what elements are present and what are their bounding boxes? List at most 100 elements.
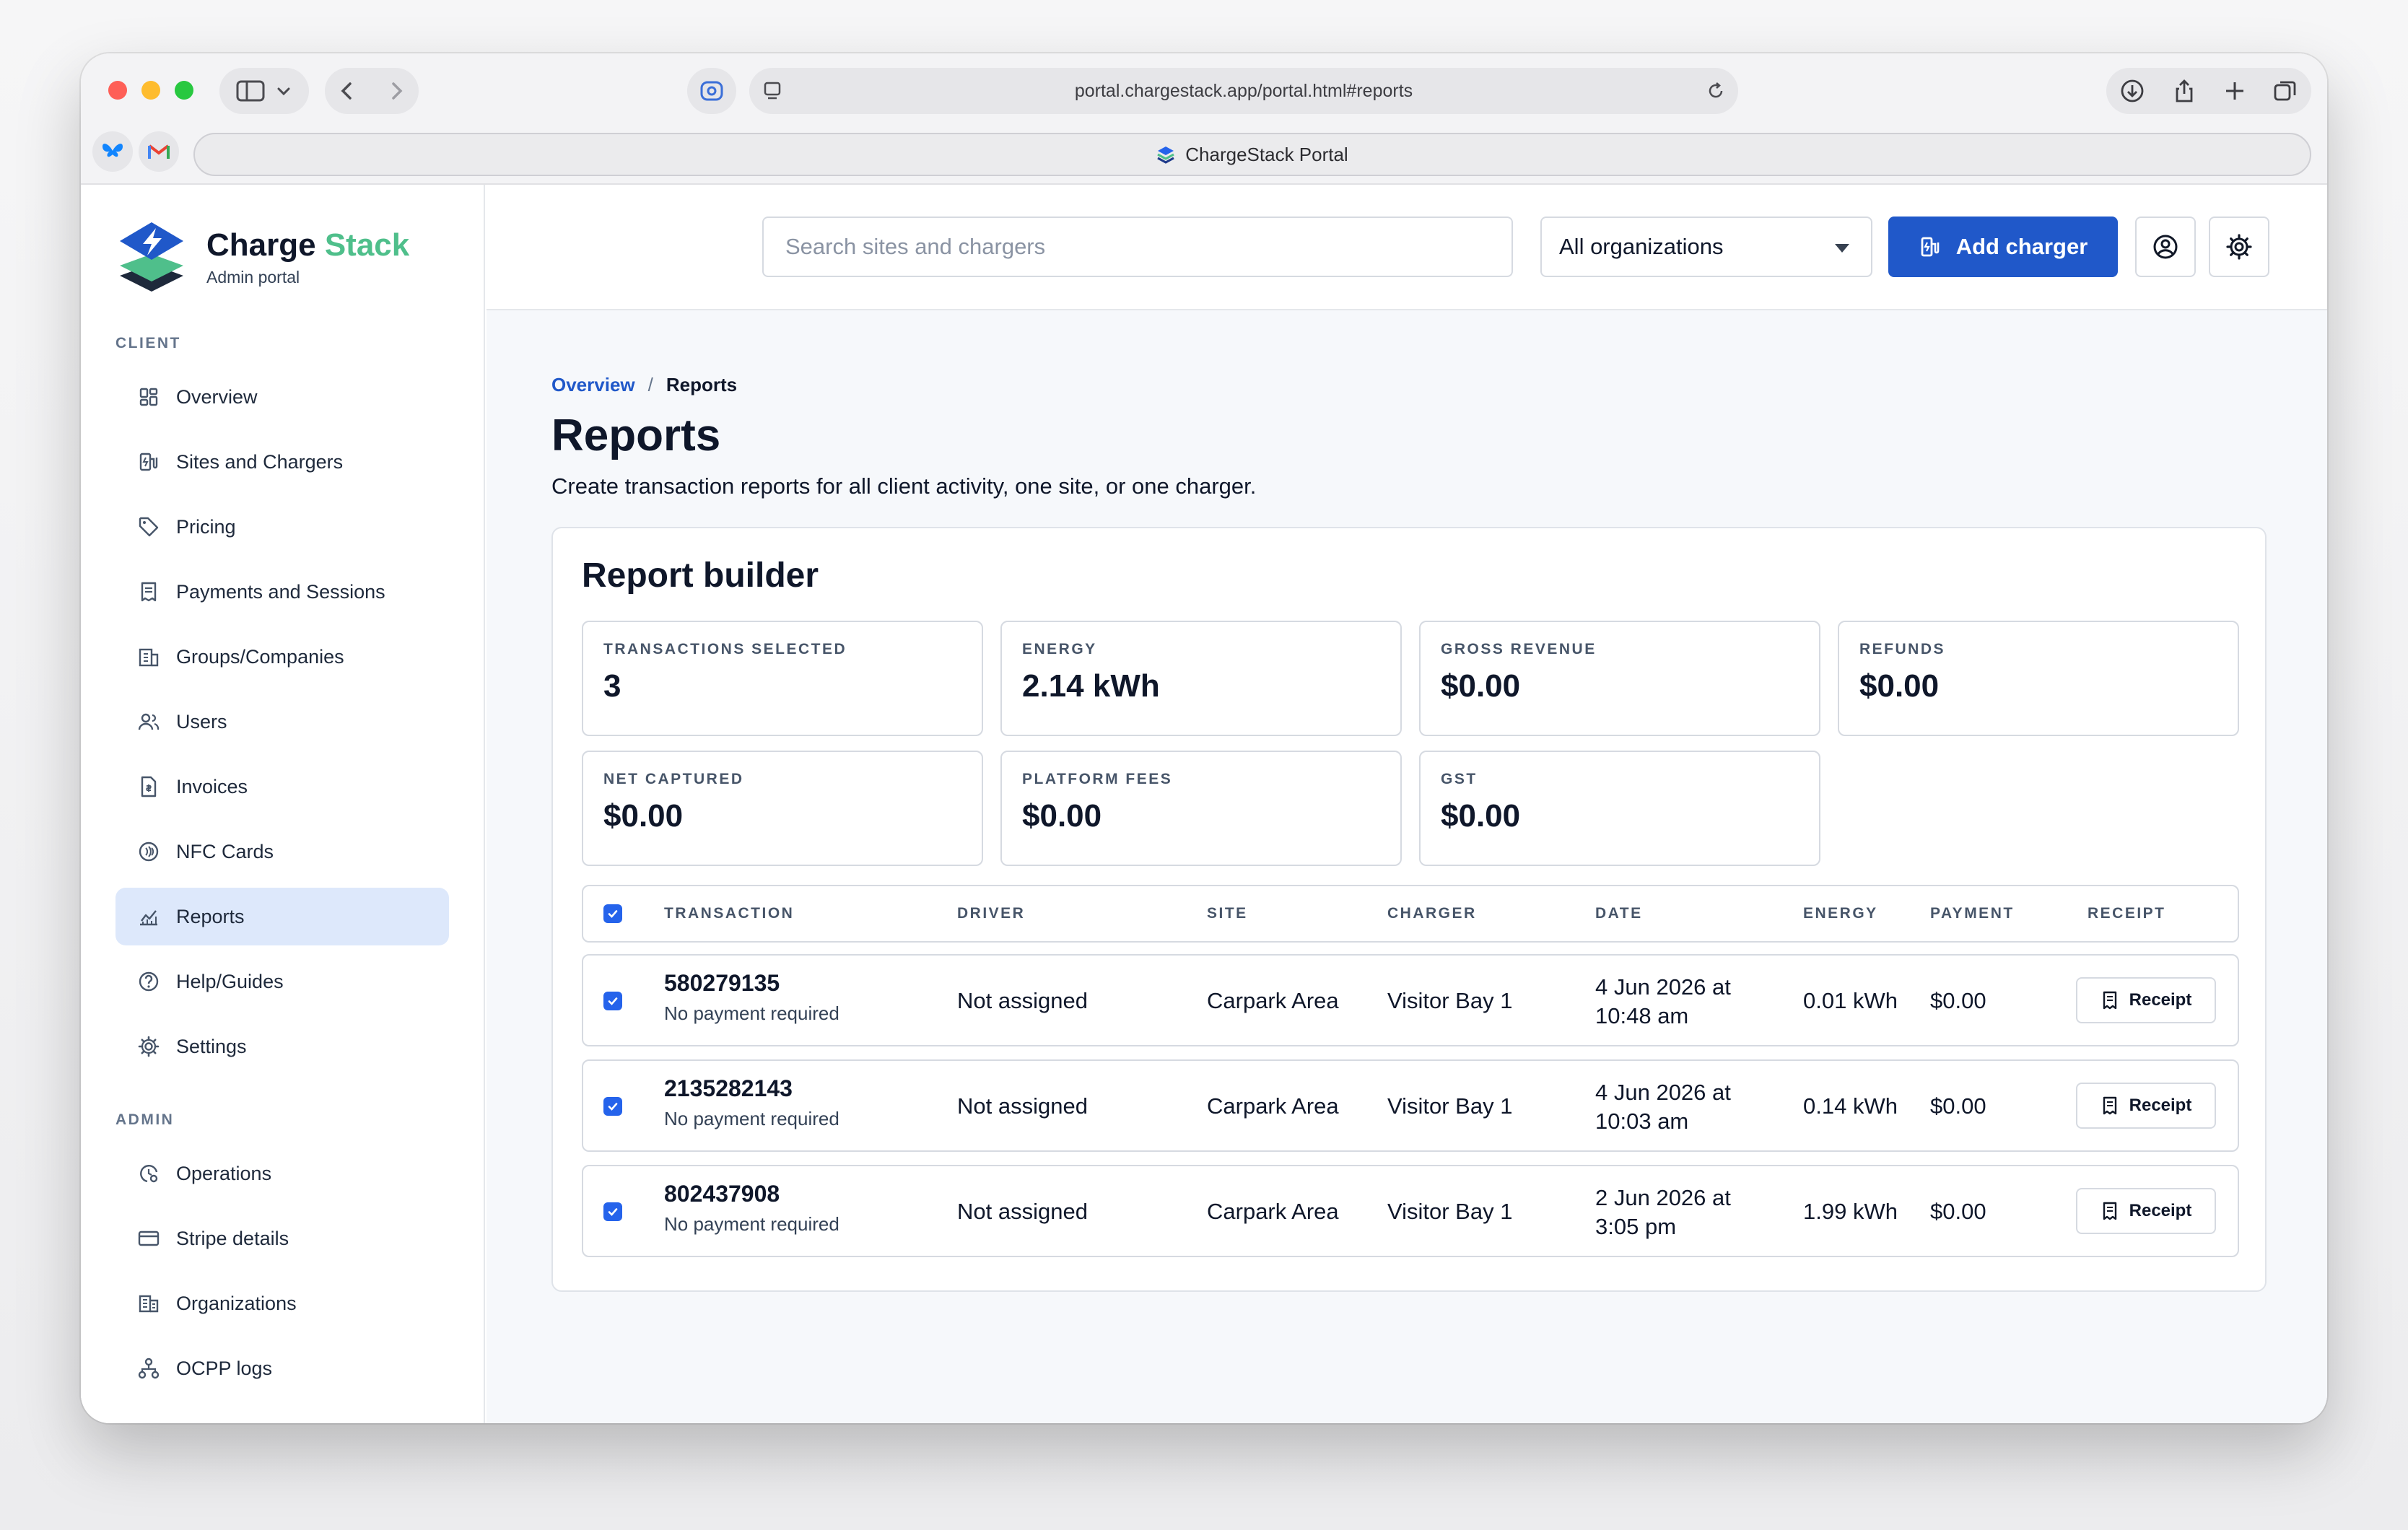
sidebar-toggle-button[interactable] [219,68,309,114]
page-subtitle: Create transaction reports for all clien… [551,473,1257,499]
extension-icon [700,81,723,101]
organization-select[interactable]: All organizations [1540,217,1872,277]
row-checkbox[interactable] [603,992,622,1010]
bookmark-gmail[interactable] [139,131,179,172]
minimize-window-button[interactable] [141,81,160,100]
stat-label: GROSS REVENUE [1441,641,1597,657]
search-input[interactable] [762,217,1513,277]
tab-overview-icon[interactable] [2272,78,2298,104]
table-row[interactable]: 802437908 No payment required Not assign… [582,1165,2239,1257]
sidebar-item-groups-companies[interactable]: Groups/Companies [115,628,449,686]
sidebar-item-label: Operations [176,1162,272,1184]
transaction-id[interactable]: 2135282143 [664,1075,839,1102]
payment-cell: $0.00 [1930,1199,1986,1224]
add-charger-button[interactable]: Add charger [1888,217,2118,277]
transaction-note: No payment required [664,1108,839,1129]
sidebar-item-help-guides[interactable]: Help/Guides [115,953,449,1010]
receipt-button[interactable]: Receipt [2076,1188,2216,1234]
sidebar-item-overview[interactable]: Overview [115,368,449,426]
sidebar-item-organizations[interactable]: Organizations [115,1275,449,1332]
account-button[interactable] [2135,217,2196,277]
forward-arrow-icon[interactable] [385,80,407,102]
bookmark-bluesky[interactable] [92,131,133,172]
close-window-button[interactable] [108,81,127,100]
sidebar-item-label: Organizations [176,1292,297,1314]
stat-label: GST [1441,771,1478,787]
sidebar-item-ocpp-logs[interactable]: OCPP logs [115,1339,449,1397]
sidebar-item-users[interactable]: Users [115,693,449,751]
receipt-icon [2103,991,2116,1010]
back-arrow-icon[interactable] [336,80,358,102]
chevron-down-icon [277,87,290,96]
zoom-window-button[interactable] [175,81,193,100]
history-nav [325,68,419,114]
sidebar-item-label: Invoices [176,775,248,797]
sidebar-item-pricing[interactable]: Pricing [115,498,449,556]
report-builder-card: Report builder TRANSACTIONS SELECTED 3 E… [551,527,2267,1292]
receipt-icon [2103,1096,2116,1115]
transaction-id[interactable]: 802437908 [664,1181,839,1207]
sidebar-item-settings[interactable]: Settings [115,1018,449,1075]
users-icon [138,713,160,730]
credit-card-icon [138,1230,160,1246]
date-cell: 2 Jun 2026 at 3:05 pm [1595,1185,1731,1239]
charger-cell: Visitor Bay 1 [1387,988,1513,1013]
column-header-energy[interactable]: ENERGY [1803,886,1878,941]
tag-icon [139,517,159,537]
receipt-button[interactable]: Receipt [2076,1083,2216,1129]
brand-name: Charge Stack [206,227,410,263]
driver-cell: Not assigned [957,1093,1088,1119]
column-header-driver[interactable]: DRIVER [957,886,1025,941]
sidebar-item-payments-and-sessions[interactable]: Payments and Sessions [115,563,449,621]
layered-bolt-logo-icon [120,222,183,292]
transaction-id[interactable]: 580279135 [664,970,839,997]
column-header-site[interactable]: SITE [1207,886,1248,941]
select-all-checkbox[interactable] [603,904,622,923]
column-header-charger[interactable]: CHARGER [1387,886,1477,941]
brand[interactable]: Charge Stack Admin portal [117,219,409,294]
transaction-note: No payment required [664,1213,839,1235]
download-icon[interactable] [2119,78,2145,104]
receipt-icon [141,582,157,602]
receipt-label: Receipt [2129,990,2192,1010]
table-row[interactable]: 580279135 No payment required Not assign… [582,954,2239,1046]
active-tab[interactable]: ChargeStack Portal [193,133,2311,176]
transaction-cell: 580279135 No payment required [664,970,839,1025]
driver-cell: Not assigned [957,1199,1088,1224]
main-content: All organizations Add charger Overview /… [487,185,2327,1423]
column-header-payment[interactable]: PAYMENT [1930,886,2015,941]
new-tab-plus-icon[interactable] [2223,79,2246,102]
column-header-date[interactable]: DATE [1595,886,1643,941]
breadcrumb-overview-link[interactable]: Overview [551,374,635,396]
sidebar-item-nfc-cards[interactable]: NFC Cards [115,823,449,880]
sidebar-item-invoices[interactable]: Invoices [115,758,449,816]
organization-select-value: All organizations [1559,234,1724,259]
sidebar-item-operations[interactable]: Operations [115,1145,449,1202]
sidebar-item-label: Payments and Sessions [176,580,385,603]
address-bar[interactable]: portal.chargestack.app/portal.html#repor… [749,68,1738,114]
site-cell: Carpark Area [1207,1199,1339,1224]
reload-icon[interactable] [1705,80,1727,102]
privacy-extension-button[interactable] [687,68,736,114]
report-builder-title: Report builder [582,556,819,595]
stat-value: $0.00 [1441,668,1521,704]
receipt-button[interactable]: Receipt [2076,977,2216,1023]
stat-label: ENERGY [1022,641,1097,657]
checkmark-icon [608,910,618,918]
column-header-transaction[interactable]: TRANSACTION [664,886,794,941]
sidebar-item-label: Settings [176,1035,247,1057]
row-checkbox[interactable] [603,1202,622,1221]
row-checkbox[interactable] [603,1097,622,1116]
charger-cell: Visitor Bay 1 [1387,1199,1513,1224]
sidebar-item-stripe-details[interactable]: Stripe details [115,1210,449,1267]
date-cell: 4 Jun 2026 at 10:03 am [1595,1080,1731,1134]
share-icon[interactable] [2171,78,2197,104]
stat-platform-fees: PLATFORM FEES $0.00 [1000,751,1402,866]
sidebar-item-reports[interactable]: Reports [115,888,449,945]
page-title: Reports [551,411,721,460]
tab-title: ChargeStack Portal [1185,143,1348,165]
sidebar-item-sites-and-chargers[interactable]: Sites and Chargers [115,433,449,491]
sidebar-item-label: Sites and Chargers [176,450,344,473]
table-row[interactable]: 2135282143 No payment required Not assig… [582,1059,2239,1152]
settings-button[interactable] [2209,217,2269,277]
